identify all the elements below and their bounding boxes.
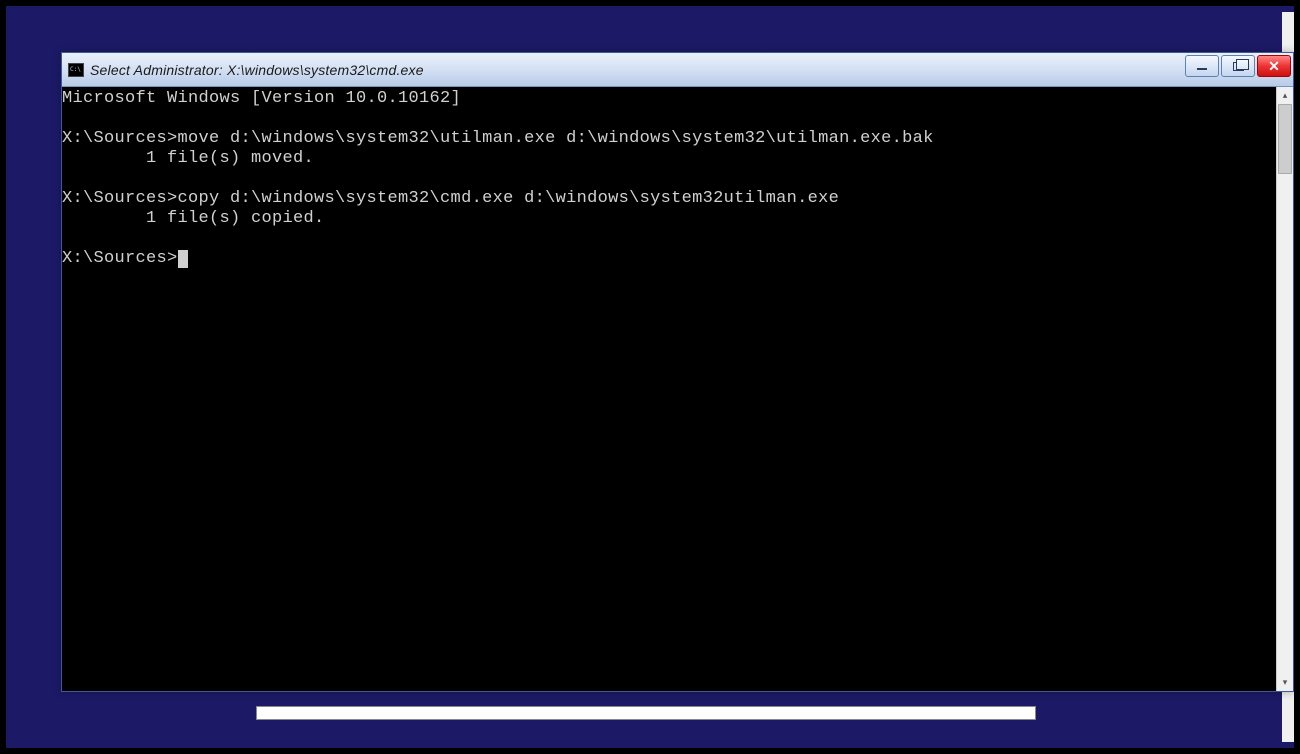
progress-bar <box>256 706 1036 720</box>
minimize-icon <box>1197 68 1207 70</box>
desktop-background: Select Administrator: X:\windows\system3… <box>6 6 1294 748</box>
window-title: Select Administrator: X:\windows\system3… <box>90 62 424 78</box>
terminal[interactable]: Microsoft Windows [Version 10.0.10162] X:… <box>62 87 1276 691</box>
terminal-line <box>62 229 1276 249</box>
cmd-window: Select Administrator: X:\windows\system3… <box>61 52 1294 692</box>
scrollbar-track[interactable] <box>1277 104 1293 674</box>
vertical-scrollbar[interactable]: ▴ ▾ <box>1276 87 1293 691</box>
scroll-down-button[interactable]: ▾ <box>1277 674 1293 691</box>
terminal-line <box>62 109 1276 129</box>
terminal-line <box>62 169 1276 189</box>
terminal-area: Microsoft Windows [Version 10.0.10162] X:… <box>62 87 1293 691</box>
cursor <box>178 250 188 268</box>
minimize-button[interactable] <box>1185 55 1219 77</box>
scroll-up-button[interactable]: ▴ <box>1277 87 1293 104</box>
maximize-icon <box>1233 62 1244 71</box>
scrollbar-thumb[interactable] <box>1278 104 1292 174</box>
cmd-icon <box>68 63 84 77</box>
terminal-line: X:\Sources>move d:\windows\system32\util… <box>62 129 1276 149</box>
terminal-line: 1 file(s) copied. <box>62 209 1276 229</box>
maximize-button[interactable] <box>1221 55 1255 77</box>
terminal-line: 1 file(s) moved. <box>62 149 1276 169</box>
terminal-line: X:\Sources>copy d:\windows\system32\cmd.… <box>62 189 1276 209</box>
close-icon: ✕ <box>1268 59 1280 73</box>
terminal-line: Microsoft Windows [Version 10.0.10162] <box>62 89 1276 109</box>
terminal-line: X:\Sources> <box>62 249 1276 269</box>
titlebar[interactable]: Select Administrator: X:\windows\system3… <box>62 53 1293 87</box>
window-controls: ✕ <box>1185 55 1291 77</box>
close-button[interactable]: ✕ <box>1257 55 1291 77</box>
